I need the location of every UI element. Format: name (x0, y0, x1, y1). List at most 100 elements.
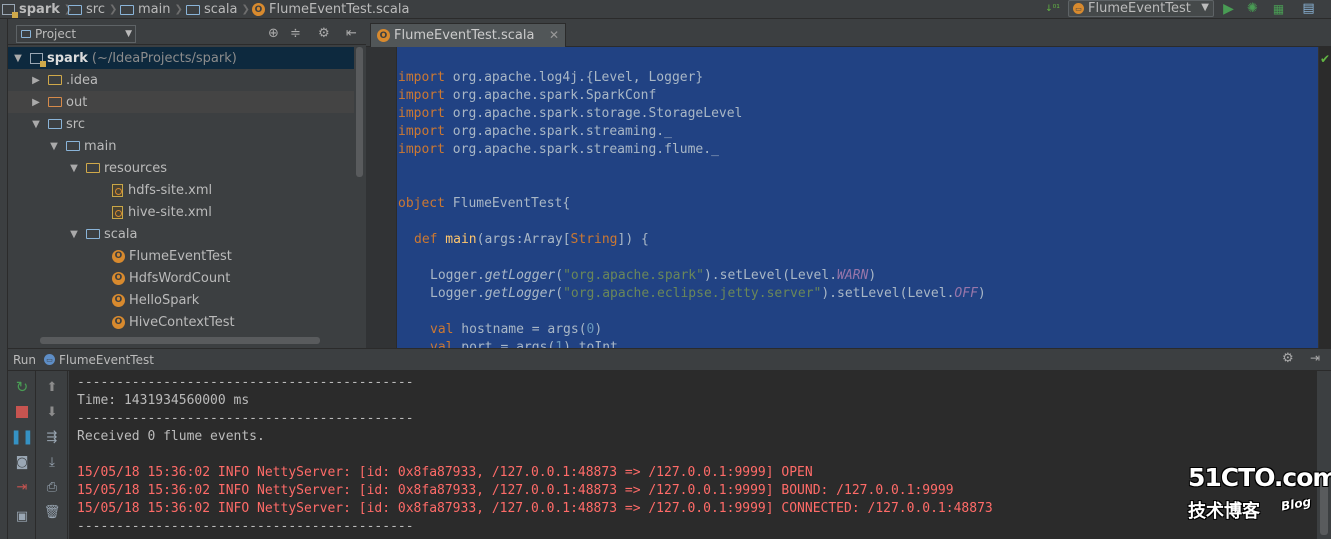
tree-node-hdfs-site[interactable]: hdfs-site.xml (8, 179, 354, 201)
debug-icon[interactable]: ✺ (1244, 0, 1261, 17)
folder-icon (68, 4, 82, 15)
editor-scrollbar[interactable] (1318, 47, 1331, 348)
tool-window-strip (0, 19, 8, 539)
rerun-icon[interactable]: ↻ (13, 378, 31, 396)
console-scrollbar[interactable] (1317, 371, 1331, 539)
collapse-all-icon[interactable]: ≑ (290, 26, 301, 41)
navigation-bar: spark ❯ src ❯ main ❯ scala ❯ O FlumeEven… (0, 0, 1331, 19)
code-line: import org.apache.spark.storage.StorageL… (398, 106, 743, 121)
tree-node-idea[interactable]: ▶ .idea (8, 69, 354, 91)
code-line: val port = args(1).toInt (430, 340, 618, 348)
run-panel-label: Run (13, 352, 37, 367)
hide-panel-icon[interactable]: ⇤ (346, 26, 357, 41)
console-line: ----------------------------------------… (77, 375, 414, 390)
clear-trash-icon[interactable]: 🗑 (43, 503, 61, 521)
stop-icon[interactable] (13, 403, 31, 421)
hide-panel-icon[interactable]: ⇥ (1310, 351, 1320, 365)
scala-object-icon: O (112, 315, 125, 329)
run-tab-flumeeventtest[interactable]: ▭ FlumeEventTest (44, 353, 154, 367)
run-configuration-select[interactable]: ▭ FlumeEventTest ▼ (1068, 0, 1214, 17)
tree-node-hellospark[interactable]: O HelloSpark (8, 289, 354, 311)
settings-gear-icon[interactable]: ⚙ (318, 26, 330, 41)
tree-vertical-scrollbar[interactable] (355, 45, 365, 348)
breadcrumb-scala[interactable]: scala ❯ (186, 1, 250, 18)
watermark: 51CTO.com 技术博客 Blog (1186, 463, 1331, 523)
console-output[interactable]: ----------------------------------------… (69, 371, 1317, 539)
expand-arrow-icon: ▼ (50, 140, 58, 152)
arrow-down-icon[interactable]: ⬇ (43, 403, 61, 421)
tree-node-out[interactable]: ▶ out (8, 91, 354, 113)
console-line: 15/05/18 15:36:02 INFO NettyServer: [id:… (77, 501, 993, 516)
pause-icon[interactable]: ❚❚ (10, 428, 33, 446)
breadcrumb-file[interactable]: O FlumeEventTest.scala (252, 1, 409, 18)
chevron-down-icon: ▼ (125, 28, 132, 39)
run-config-icon: ▭ (1073, 3, 1084, 14)
breadcrumb-main[interactable]: main ❯ (120, 1, 183, 18)
code-line: Logger.getLogger("org.apache.spark").set… (430, 268, 877, 283)
print-icon[interactable]: ⎙ (43, 478, 61, 496)
source-folder-icon (86, 229, 100, 239)
project-structure-icon[interactable]: ▤ (1300, 0, 1317, 17)
breadcrumb-src[interactable]: src ❯ (68, 1, 117, 18)
editor-tab-flumeeventtest[interactable]: O FlumeEventTest.scala ✕ (370, 23, 566, 47)
chevron-down-icon: ▼ (1201, 2, 1209, 13)
tree-horizontal-scrollbar[interactable] (40, 337, 320, 344)
close-icon[interactable]: ✕ (549, 28, 559, 42)
tree-node-src[interactable]: ▼ src (8, 113, 354, 135)
tree-node-hdfswordcount[interactable]: O HdfsWordCount (8, 267, 354, 289)
excluded-folder-icon (48, 97, 62, 107)
run-panel-header: Run ▭ FlumeEventTest ⚙ ⇥ (8, 348, 1331, 371)
console-line: 15/05/18 15:36:02 INFO NettyServer: [id:… (77, 483, 954, 498)
soft-wrap-icon[interactable]: ⇶ (43, 428, 61, 446)
folder-icon (48, 119, 62, 129)
code-line: Logger.getLogger("org.apache.eclipse.jet… (430, 286, 986, 301)
scala-object-icon: O (112, 293, 125, 307)
console-line: ----------------------------------------… (77, 519, 414, 534)
settings-gear-icon[interactable]: ⚙ (1282, 351, 1294, 366)
run-config-icon: ▭ (44, 354, 56, 365)
run-icon[interactable]: ▶ (1220, 0, 1237, 17)
folder-icon (48, 75, 62, 85)
console-line: Received 0 flume events. (77, 429, 265, 444)
dump-threads-icon[interactable]: ◙ (13, 453, 31, 471)
tree-node-main[interactable]: ▼ main (8, 135, 354, 157)
console-line: ----------------------------------------… (77, 411, 414, 426)
expand-arrow-icon: ▼ (70, 162, 78, 174)
expand-arrow-icon: ▼ (14, 52, 22, 64)
run-toolbar-secondary: ⬆ ⬇ ⇶ ⤓ ⎙ 🗑 (36, 371, 68, 539)
tree-node-hive-site[interactable]: hive-site.xml (8, 201, 354, 223)
code-line: import org.apache.spark.SparkConf (398, 88, 657, 103)
collapse-arrow-icon: ▶ (32, 74, 40, 86)
code-line: val hostname = args(0) (430, 322, 603, 337)
tree-node-scala[interactable]: ▼ scala (8, 223, 354, 245)
code-editor[interactable]: import org.apache.log4j.{Level, Logger} … (366, 47, 1331, 348)
editor-gutter (366, 47, 396, 348)
xml-file-icon (112, 183, 123, 197)
build-icon[interactable]: ↓⁰¹ (1044, 0, 1061, 17)
code-line: import org.apache.spark.streaming.flume.… (398, 142, 719, 157)
collapse-arrow-icon: ▶ (32, 96, 40, 108)
arrow-up-icon[interactable]: ⬆ (43, 378, 61, 396)
scroll-to-end-icon[interactable]: ⤓ (43, 453, 61, 471)
console-line: Time: 1431934560000 ms (77, 393, 250, 408)
expand-arrow-icon: ▼ (32, 118, 40, 130)
editor-tab-bar: O FlumeEventTest.scala ✕ (366, 19, 1331, 47)
tree-node-flumeeventtest[interactable]: O FlumeEventTest (8, 245, 354, 267)
scrollbar-thumb[interactable] (356, 47, 363, 177)
resources-folder-icon (86, 163, 100, 173)
folder-icon (66, 141, 80, 151)
console-line: 15/05/18 15:36:02 INFO NettyServer: [id:… (77, 465, 813, 480)
tree-node-hivecontexttest[interactable]: O HiveContextTest (8, 311, 354, 333)
tree-node-spark[interactable]: ▼ spark (~/IdeaProjects/spark) (8, 47, 354, 69)
project-view-select[interactable]: Project ▼ (16, 24, 136, 43)
code-line: object FlumeEventTest{ (398, 196, 571, 211)
breadcrumb-spark[interactable]: spark ❯ (2, 1, 72, 18)
layout-icon[interactable]: ▣ (13, 507, 31, 525)
exit-icon[interactable]: ⇥ (13, 478, 31, 496)
project-panel-header: Project ▼ (8, 23, 366, 45)
watermark-subtitle: 技术博客 (1188, 501, 1260, 522)
tree-node-resources[interactable]: ▼ resources (8, 157, 354, 179)
code-content[interactable]: import org.apache.log4j.{Level, Logger} … (398, 69, 986, 348)
coverage-icon[interactable]: ▦ (1270, 0, 1287, 17)
locate-icon[interactable]: ⊕ (268, 26, 279, 41)
